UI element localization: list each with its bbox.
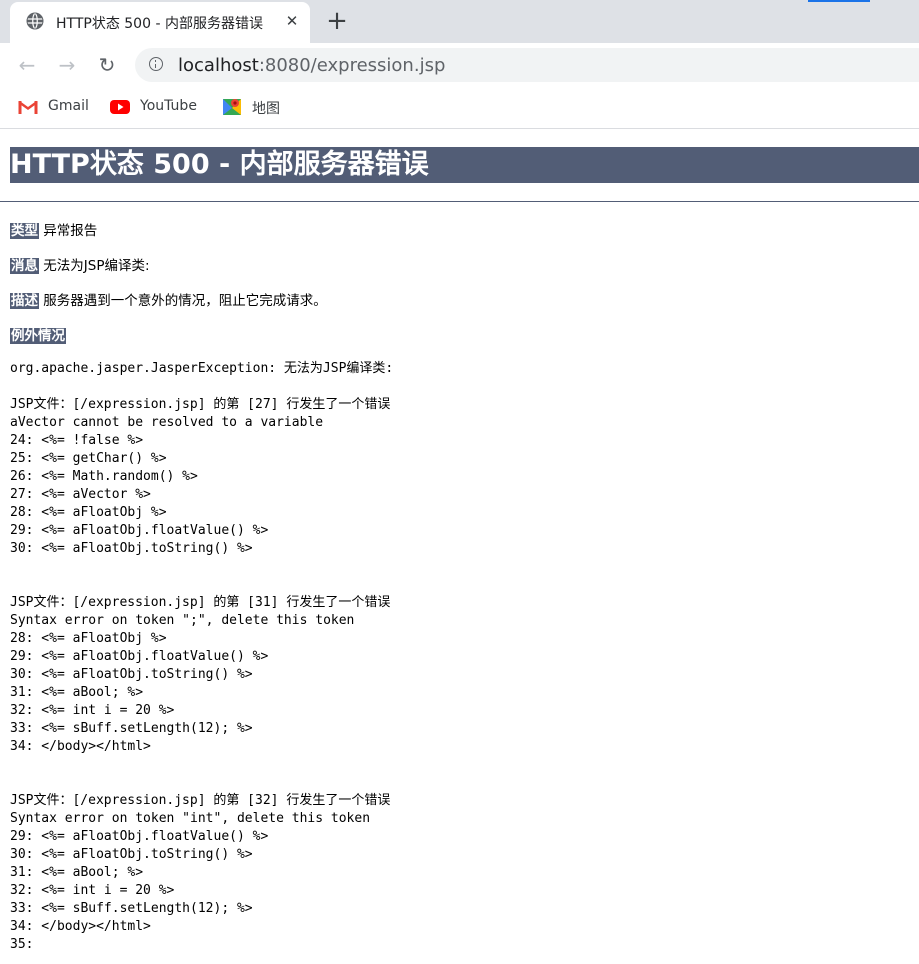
code-line: 27: <%= aVector %> (10, 487, 151, 502)
code-line: 31: <%= aBool; %> (10, 685, 144, 700)
code-line: 29: <%= aFloatObj.floatValue() %> (10, 829, 269, 844)
error-block: JSP文件：[/expression.jsp] 的第 [27] 行发生了一个错误… (10, 396, 390, 558)
active-tab[interactable]: HTTP状态 500 - 内部服务器错误 ✕ (10, 2, 310, 43)
code-line: 30: <%= aFloatObj.toString() %> (10, 847, 253, 862)
code-line: 30: <%= aFloatObj.toString() %> (10, 667, 253, 682)
code-line: 28: <%= aFloatObj %> (10, 631, 167, 646)
message-value: 无法为JSP编译类: (43, 258, 150, 274)
code-line: 26: <%= Math.random() %> (10, 469, 198, 484)
globe-icon (26, 12, 44, 30)
url-path: :8080/expression.jsp (258, 55, 446, 76)
exception-line: 例外情况 (10, 324, 66, 344)
page-content: HTTP状态 500 - 内部服务器错误 类型 异常报告 消息 无法为JSP编译… (0, 129, 919, 964)
code-line: 33: <%= sBuff.setLength(12); %> (10, 721, 253, 736)
code-line: 35: (10, 937, 34, 952)
message-label: 消息 (10, 258, 39, 274)
exception-label: 例外情况 (10, 328, 66, 344)
description-value: 服务器遇到一个意外的情况，阻止它完成请求。 (43, 293, 327, 309)
bookmark-gmail[interactable]: Gmail (18, 96, 98, 118)
forward-button[interactable]: → (55, 53, 79, 77)
browser-toolbar: ← → ↻ localhost:8080/expression.jsp (0, 43, 919, 87)
error-message: aVector cannot be resolved to a variable (10, 415, 324, 430)
bookmarks-bar: Gmail YouTube 地图 (0, 87, 919, 129)
page-title: HTTP状态 500 - 内部服务器错误 (10, 147, 919, 183)
address-bar[interactable]: localhost:8080/expression.jsp (135, 48, 919, 82)
site-info-icon[interactable] (149, 57, 163, 71)
code-line: 34: </body></html> (10, 919, 151, 934)
type-value: 异常报告 (43, 223, 98, 239)
code-line: 32: <%= int i = 20 %> (10, 883, 175, 898)
description-label: 描述 (10, 293, 39, 309)
bookmark-label: Gmail (48, 98, 89, 114)
youtube-icon (110, 100, 130, 114)
url-host: localhost (178, 55, 259, 76)
code-line: 29: <%= aFloatObj.floatValue() %> (10, 649, 269, 664)
code-line: 31: <%= aBool; %> (10, 865, 144, 880)
message-line: 消息 无法为JSP编译类: (10, 254, 150, 274)
type-line: 类型 异常报告 (10, 219, 97, 239)
code-line: 34: </body></html> (10, 739, 151, 754)
code-line: 30: <%= aFloatObj.toString() %> (10, 541, 253, 556)
bookmark-label: YouTube (140, 98, 197, 114)
bookmark-maps[interactable]: 地图 (222, 96, 292, 118)
maps-icon (223, 99, 241, 115)
error-message: Syntax error on token ";", delete this t… (10, 613, 355, 628)
tab-title: HTTP状态 500 - 内部服务器错误 (56, 16, 263, 32)
divider (0, 201, 919, 202)
error-header: JSP文件：[/expression.jsp] 的第 [31] 行发生了一个错误 (10, 595, 391, 610)
close-tab-icon[interactable]: ✕ (282, 11, 302, 31)
gmail-icon (18, 101, 38, 114)
error-header: JSP文件：[/expression.jsp] 的第 [27] 行发生了一个错误 (10, 397, 391, 412)
back-button[interactable]: ← (15, 53, 39, 77)
bookmark-label: 地图 (252, 101, 280, 117)
url-text[interactable]: localhost:8080/expression.jsp (178, 55, 445, 76)
exception-text: org.apache.jasper.JasperException: 无法为JS… (10, 361, 394, 376)
type-label: 类型 (10, 223, 39, 239)
error-block: JSP文件：[/expression.jsp] 的第 [31] 行发生了一个错误… (10, 594, 390, 756)
description-line: 描述 服务器遇到一个意外的情况，阻止它完成请求。 (10, 289, 327, 309)
new-tab-button[interactable]: + (325, 8, 349, 34)
code-line: 28: <%= aFloatObj %> (10, 505, 167, 520)
reload-button[interactable]: ↻ (95, 53, 119, 77)
error-block: JSP文件：[/expression.jsp] 的第 [32] 行发生了一个错误… (10, 792, 390, 954)
error-message: Syntax error on token "int", delete this… (10, 811, 371, 826)
code-line: 33: <%= sBuff.setLength(12); %> (10, 901, 253, 916)
code-line: 29: <%= aFloatObj.floatValue() %> (10, 523, 269, 538)
bookmark-youtube[interactable]: YouTube (110, 96, 210, 118)
code-line: 25: <%= getChar() %> (10, 451, 167, 466)
code-line: 24: <%= !false %> (10, 433, 144, 448)
tabstrip-accent (808, 0, 870, 2)
error-header: JSP文件：[/expression.jsp] 的第 [32] 行发生了一个错误 (10, 793, 391, 808)
code-line: 32: <%= int i = 20 %> (10, 703, 175, 718)
tab-strip: HTTP状态 500 - 内部服务器错误 ✕ + (0, 0, 919, 43)
